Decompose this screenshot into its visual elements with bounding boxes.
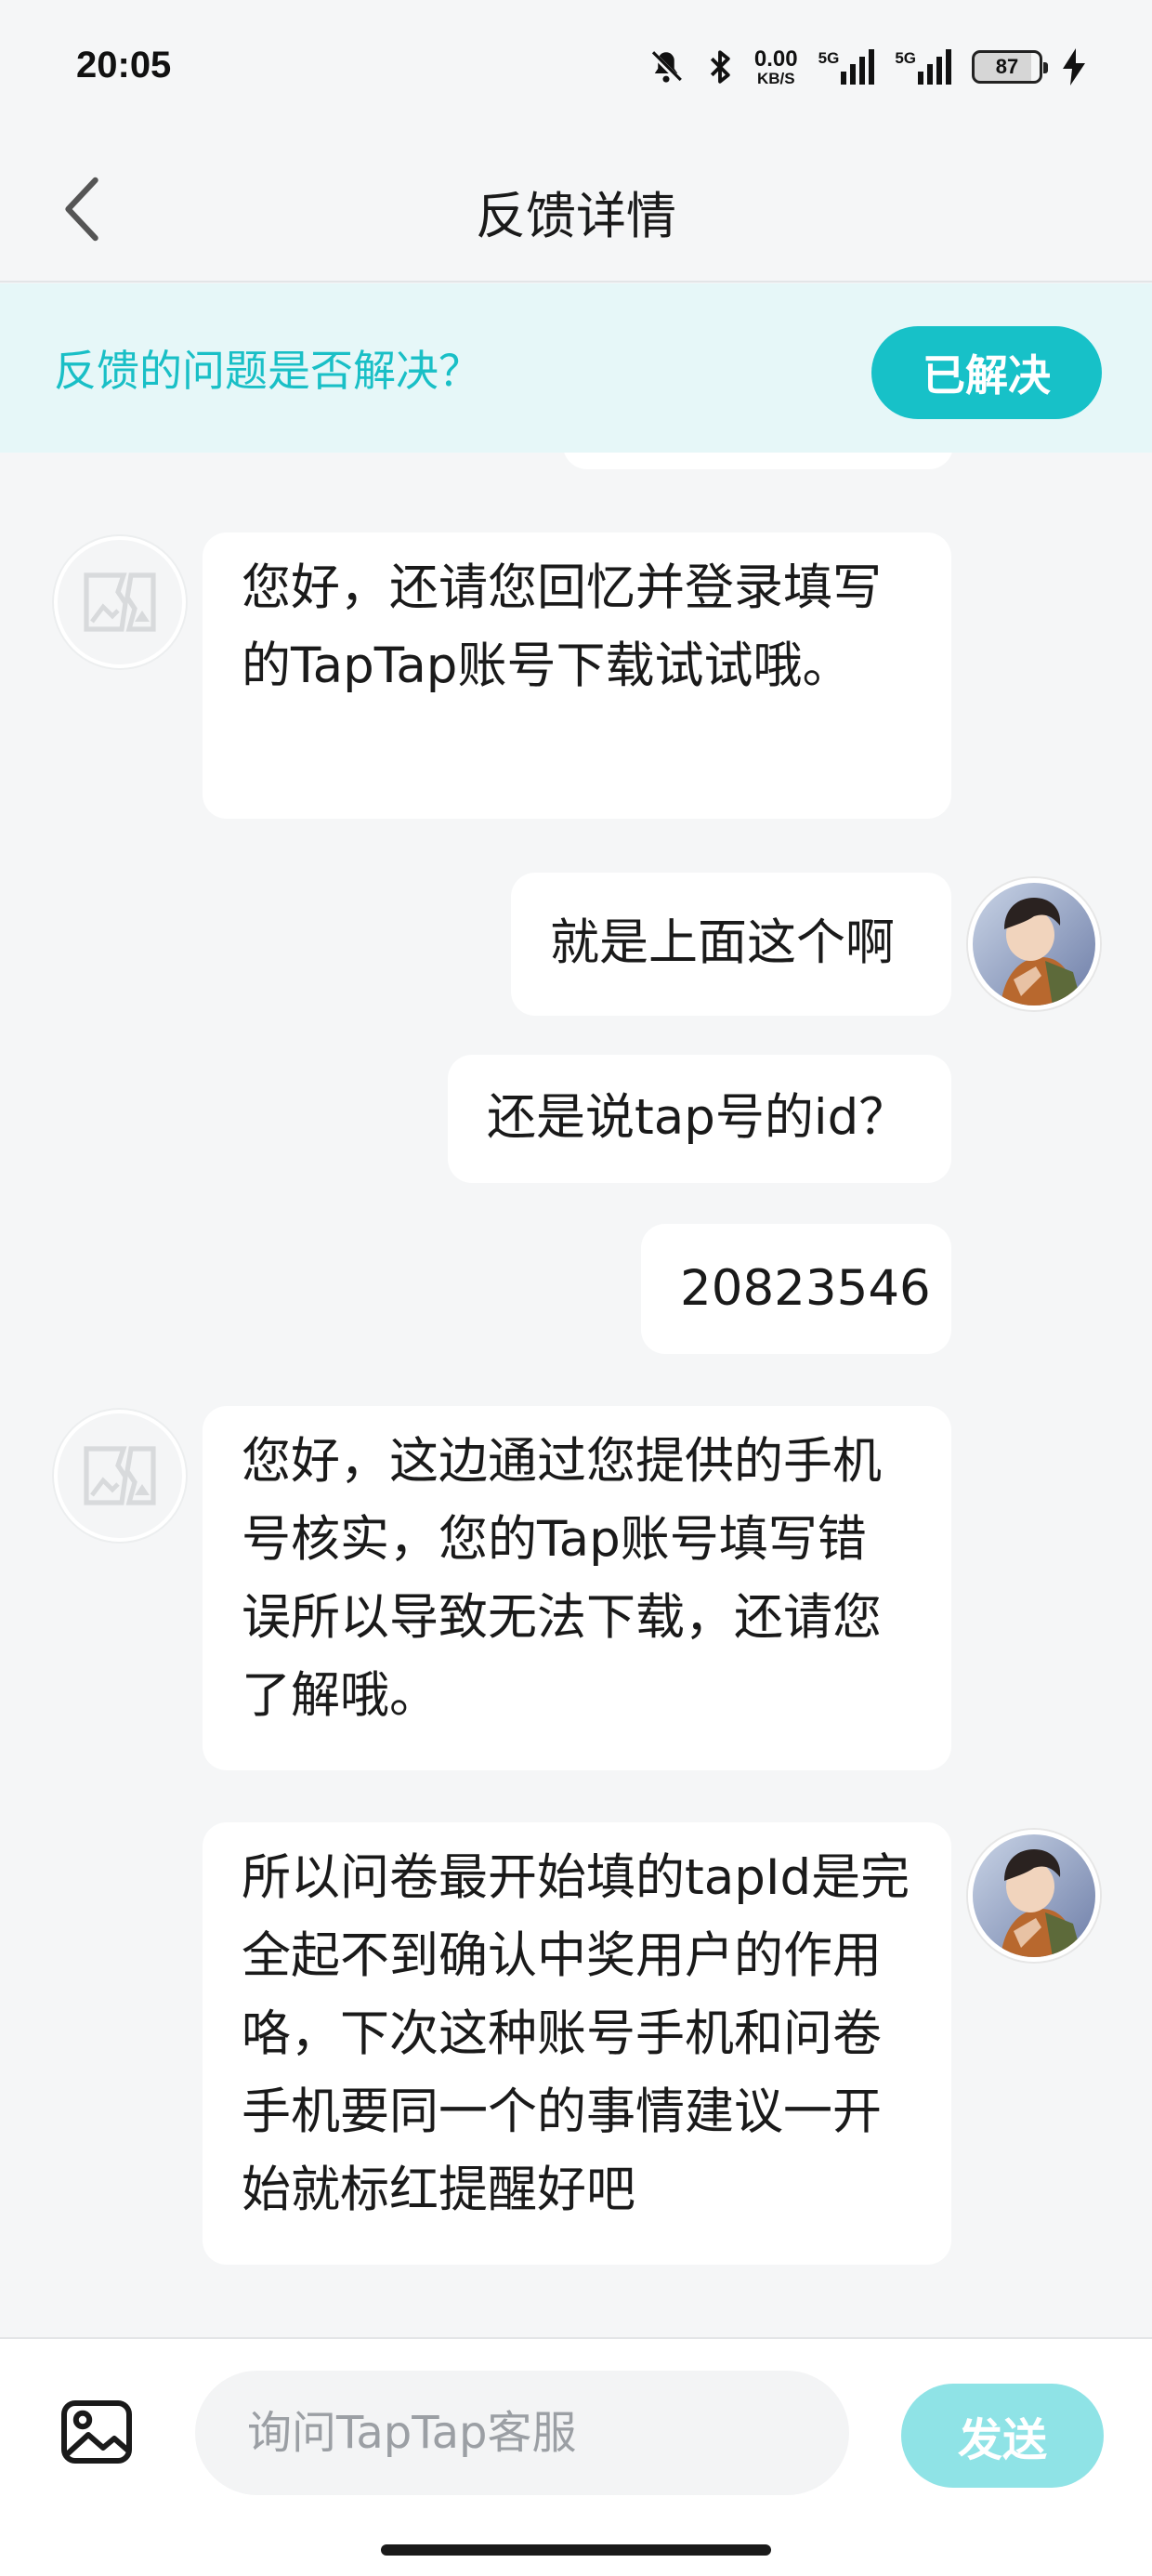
user-message: 20823546 (641, 1224, 951, 1354)
agent-message: 您好，这边通过您提供的手机号核实，您的Tap账号填写错误所以导致无法下载，还请您… (203, 1406, 951, 1770)
resolve-bar: 反馈的问题是否解决？ 已解决 (0, 283, 1152, 453)
image-upload-button[interactable] (58, 2393, 136, 2471)
broken-image-icon (84, 1446, 156, 1505)
page-title: 反馈详情 (476, 186, 676, 245)
user-avatar[interactable] (968, 1830, 1100, 1962)
broken-image-icon (84, 572, 156, 632)
chevron-left-icon (65, 177, 98, 242)
status-time: 20:05 (76, 45, 172, 85)
send-button[interactable]: 发送 (901, 2384, 1104, 2488)
user-message: 还是说tap号的id？ (448, 1055, 951, 1183)
bluetooth-icon (706, 47, 734, 86)
home-indicator[interactable] (381, 2544, 771, 2556)
user-message: 所以问卷最开始填的tapId是完全起不到确认中奖用户的作用咯，下次这种账号手机和… (203, 1822, 951, 2265)
network-speed-value: 0.00 (753, 46, 798, 72)
battery-icon: 87 (972, 50, 1048, 84)
agent-avatar[interactable] (54, 536, 186, 668)
message-input[interactable] (195, 2371, 849, 2495)
user-avatar[interactable] (968, 878, 1100, 1010)
resolved-button[interactable]: 已解决 (871, 326, 1102, 419)
header: 反馈详情 (0, 139, 1152, 283)
image-icon (61, 2400, 132, 2464)
signal-icon (841, 49, 875, 85)
signal-icon (918, 49, 951, 85)
network-speed: 0.00 KB/S (753, 46, 798, 87)
sim2-signal: 5G (895, 49, 951, 85)
user-avatar-image (973, 883, 1095, 1005)
battery-level: 87 (995, 55, 1019, 78)
user-message: 就是上面这个啊 (511, 873, 951, 1016)
agent-avatar[interactable] (54, 1410, 186, 1542)
agent-message: 您好，还请您回忆并登录填写的TapTap账号下载试试哦。 (203, 532, 951, 819)
message-bubble-partial (563, 453, 953, 469)
chat-list[interactable]: 您好，还请您回忆并登录填写的TapTap账号下载试试哦。 就是上面这个啊 还是说… (0, 453, 1152, 2337)
input-bar: 发送 (0, 2337, 1152, 2576)
sim1-signal: 5G (818, 49, 875, 85)
back-button[interactable] (41, 158, 124, 260)
mute-bell-icon (647, 47, 686, 86)
status-icons: 0.00 KB/S 5G 5G 87 (647, 43, 1085, 91)
network-speed-unit: KB/S (756, 69, 795, 87)
sim1-label: 5G (818, 49, 840, 67)
status-bar: 20:05 0.00 KB/S 5G 5G 87 (0, 0, 1152, 139)
user-avatar-image (973, 1834, 1095, 1957)
resolve-question: 反馈的问题是否解决？ (54, 346, 481, 396)
sim2-label: 5G (895, 49, 916, 67)
charging-icon (1063, 48, 1085, 85)
